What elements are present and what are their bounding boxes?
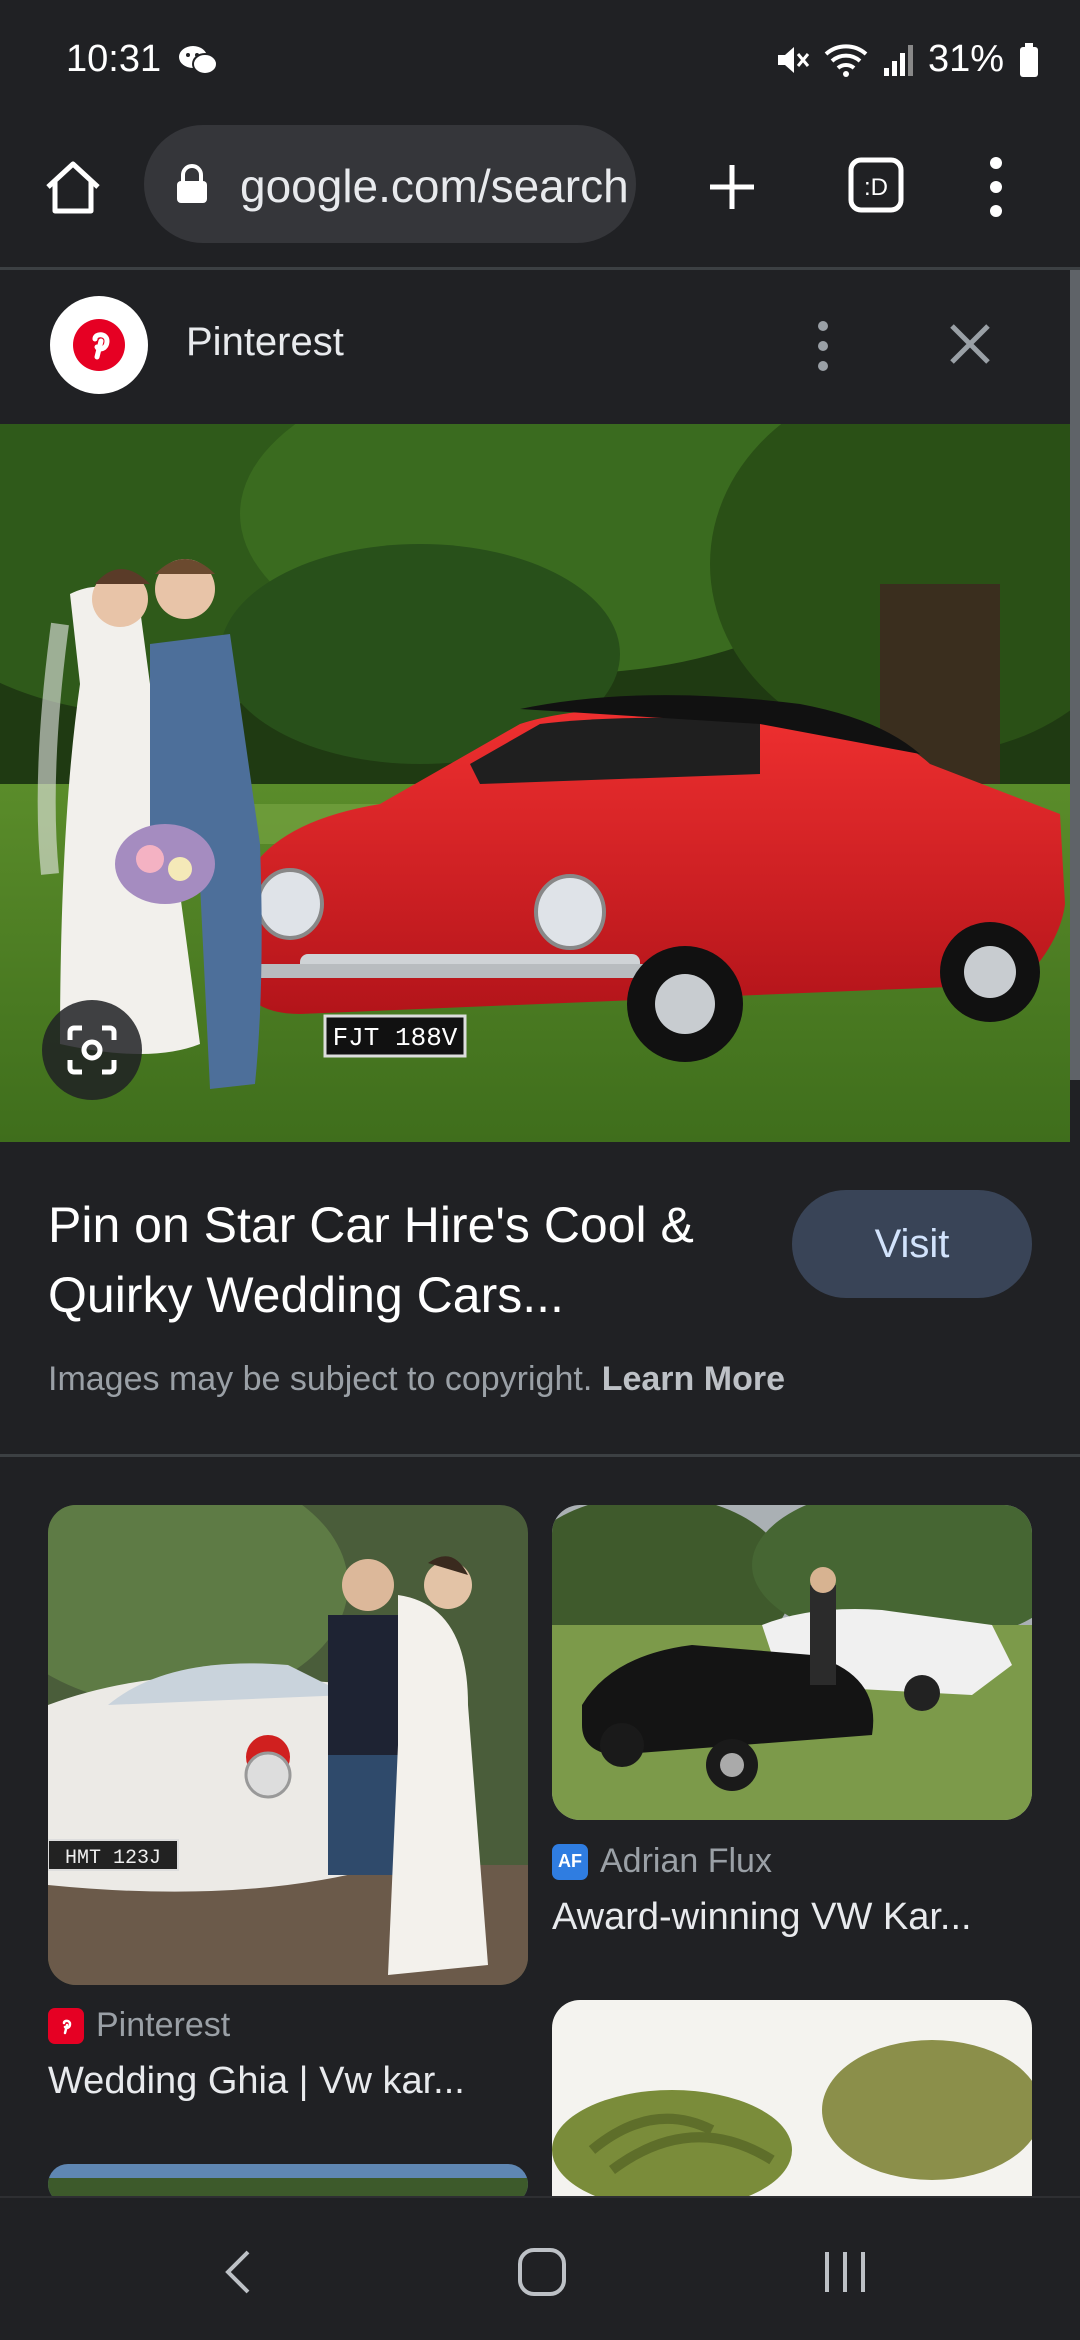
close-icon[interactable] [940, 314, 1000, 374]
status-time: 10:31 [66, 38, 162, 80]
url-bar[interactable]: google.com/search [144, 125, 636, 243]
palm-trees-photo [552, 2000, 1032, 2200]
pinterest-favicon-icon [48, 2007, 84, 2044]
copyright-notice: Images may be subject to copyright. Lear… [48, 1360, 785, 1399]
browser-toolbar: google.com/search :D [0, 125, 1080, 267]
battery-percent: 31% [927, 38, 1004, 80]
status-bar: 10:31 31% [0, 0, 1080, 125]
status-icons: 31% [774, 38, 1040, 81]
copyright-text: Images may be subject to copyright. [48, 1360, 593, 1398]
main-image[interactable]: FJT 188V [0, 424, 1070, 1142]
related-title-2[interactable]: Award-winning VW Kar... [552, 1896, 972, 1939]
result-title[interactable]: Pin on Star Car Hire's Cool & Quirky Wed… [48, 1190, 768, 1330]
home-nav-icon[interactable] [512, 2242, 572, 2302]
mute-icon [777, 46, 810, 73]
adrian-flux-favicon-icon: AF [552, 1843, 588, 1880]
recent-apps-icon[interactable] [815, 2242, 875, 2302]
more-options-icon[interactable] [978, 155, 1014, 219]
lens-icon [67, 1025, 117, 1075]
tab-switcher-icon[interactable]: :D [846, 155, 906, 215]
wifi-icon [824, 43, 868, 77]
related-title-1[interactable]: Wedding Ghia | Vw kar... [48, 2060, 465, 2103]
url-text: google.com/search [240, 160, 629, 212]
page: 10:31 31% google.com/search:D Pinterest… [0, 0, 1080, 2340]
lock-icon [177, 164, 207, 203]
related-source-name: Pinterest [96, 2006, 231, 2044]
signal-icon [883, 44, 913, 76]
learn-more-link[interactable]: Learn More [602, 1360, 785, 1398]
related-source-name: Adrian Flux [600, 1842, 772, 1880]
source-header: Pinterest [0, 270, 1070, 422]
back-icon[interactable] [210, 2242, 270, 2302]
pinterest-logo-icon[interactable] [50, 296, 148, 394]
system-nav-bar [0, 2196, 1080, 2340]
license-plate: FJT 188V [333, 1023, 458, 1053]
lens-search-button[interactable] [42, 1000, 142, 1100]
related-image-4[interactable] [552, 2000, 1032, 2200]
wechat-icon [179, 46, 218, 75]
visit-button[interactable]: Visit [792, 1190, 1032, 1298]
white-car-wedding-photo: HMT 123J [48, 1505, 528, 1985]
related-image-2[interactable] [552, 1505, 1032, 1820]
new-tab-icon[interactable] [702, 157, 762, 217]
source-more-icon[interactable] [808, 316, 838, 376]
wedding-car-photo: FJT 188V [0, 424, 1070, 1142]
svg-text::D: :D [864, 174, 888, 201]
related-source-2: AF Adrian Flux [552, 1842, 772, 1881]
related-plate: HMT 123J [65, 1847, 161, 1870]
related-source-1: Pinterest [48, 2006, 230, 2045]
source-name[interactable]: Pinterest [186, 320, 344, 365]
battery-icon [1020, 42, 1038, 77]
black-and-white-car-photo [552, 1505, 1032, 1820]
scrollbar[interactable] [1070, 270, 1080, 1080]
divider [0, 1454, 1080, 1457]
related-image-1[interactable]: HMT 123J [48, 1505, 528, 1985]
home-icon[interactable] [40, 155, 106, 221]
